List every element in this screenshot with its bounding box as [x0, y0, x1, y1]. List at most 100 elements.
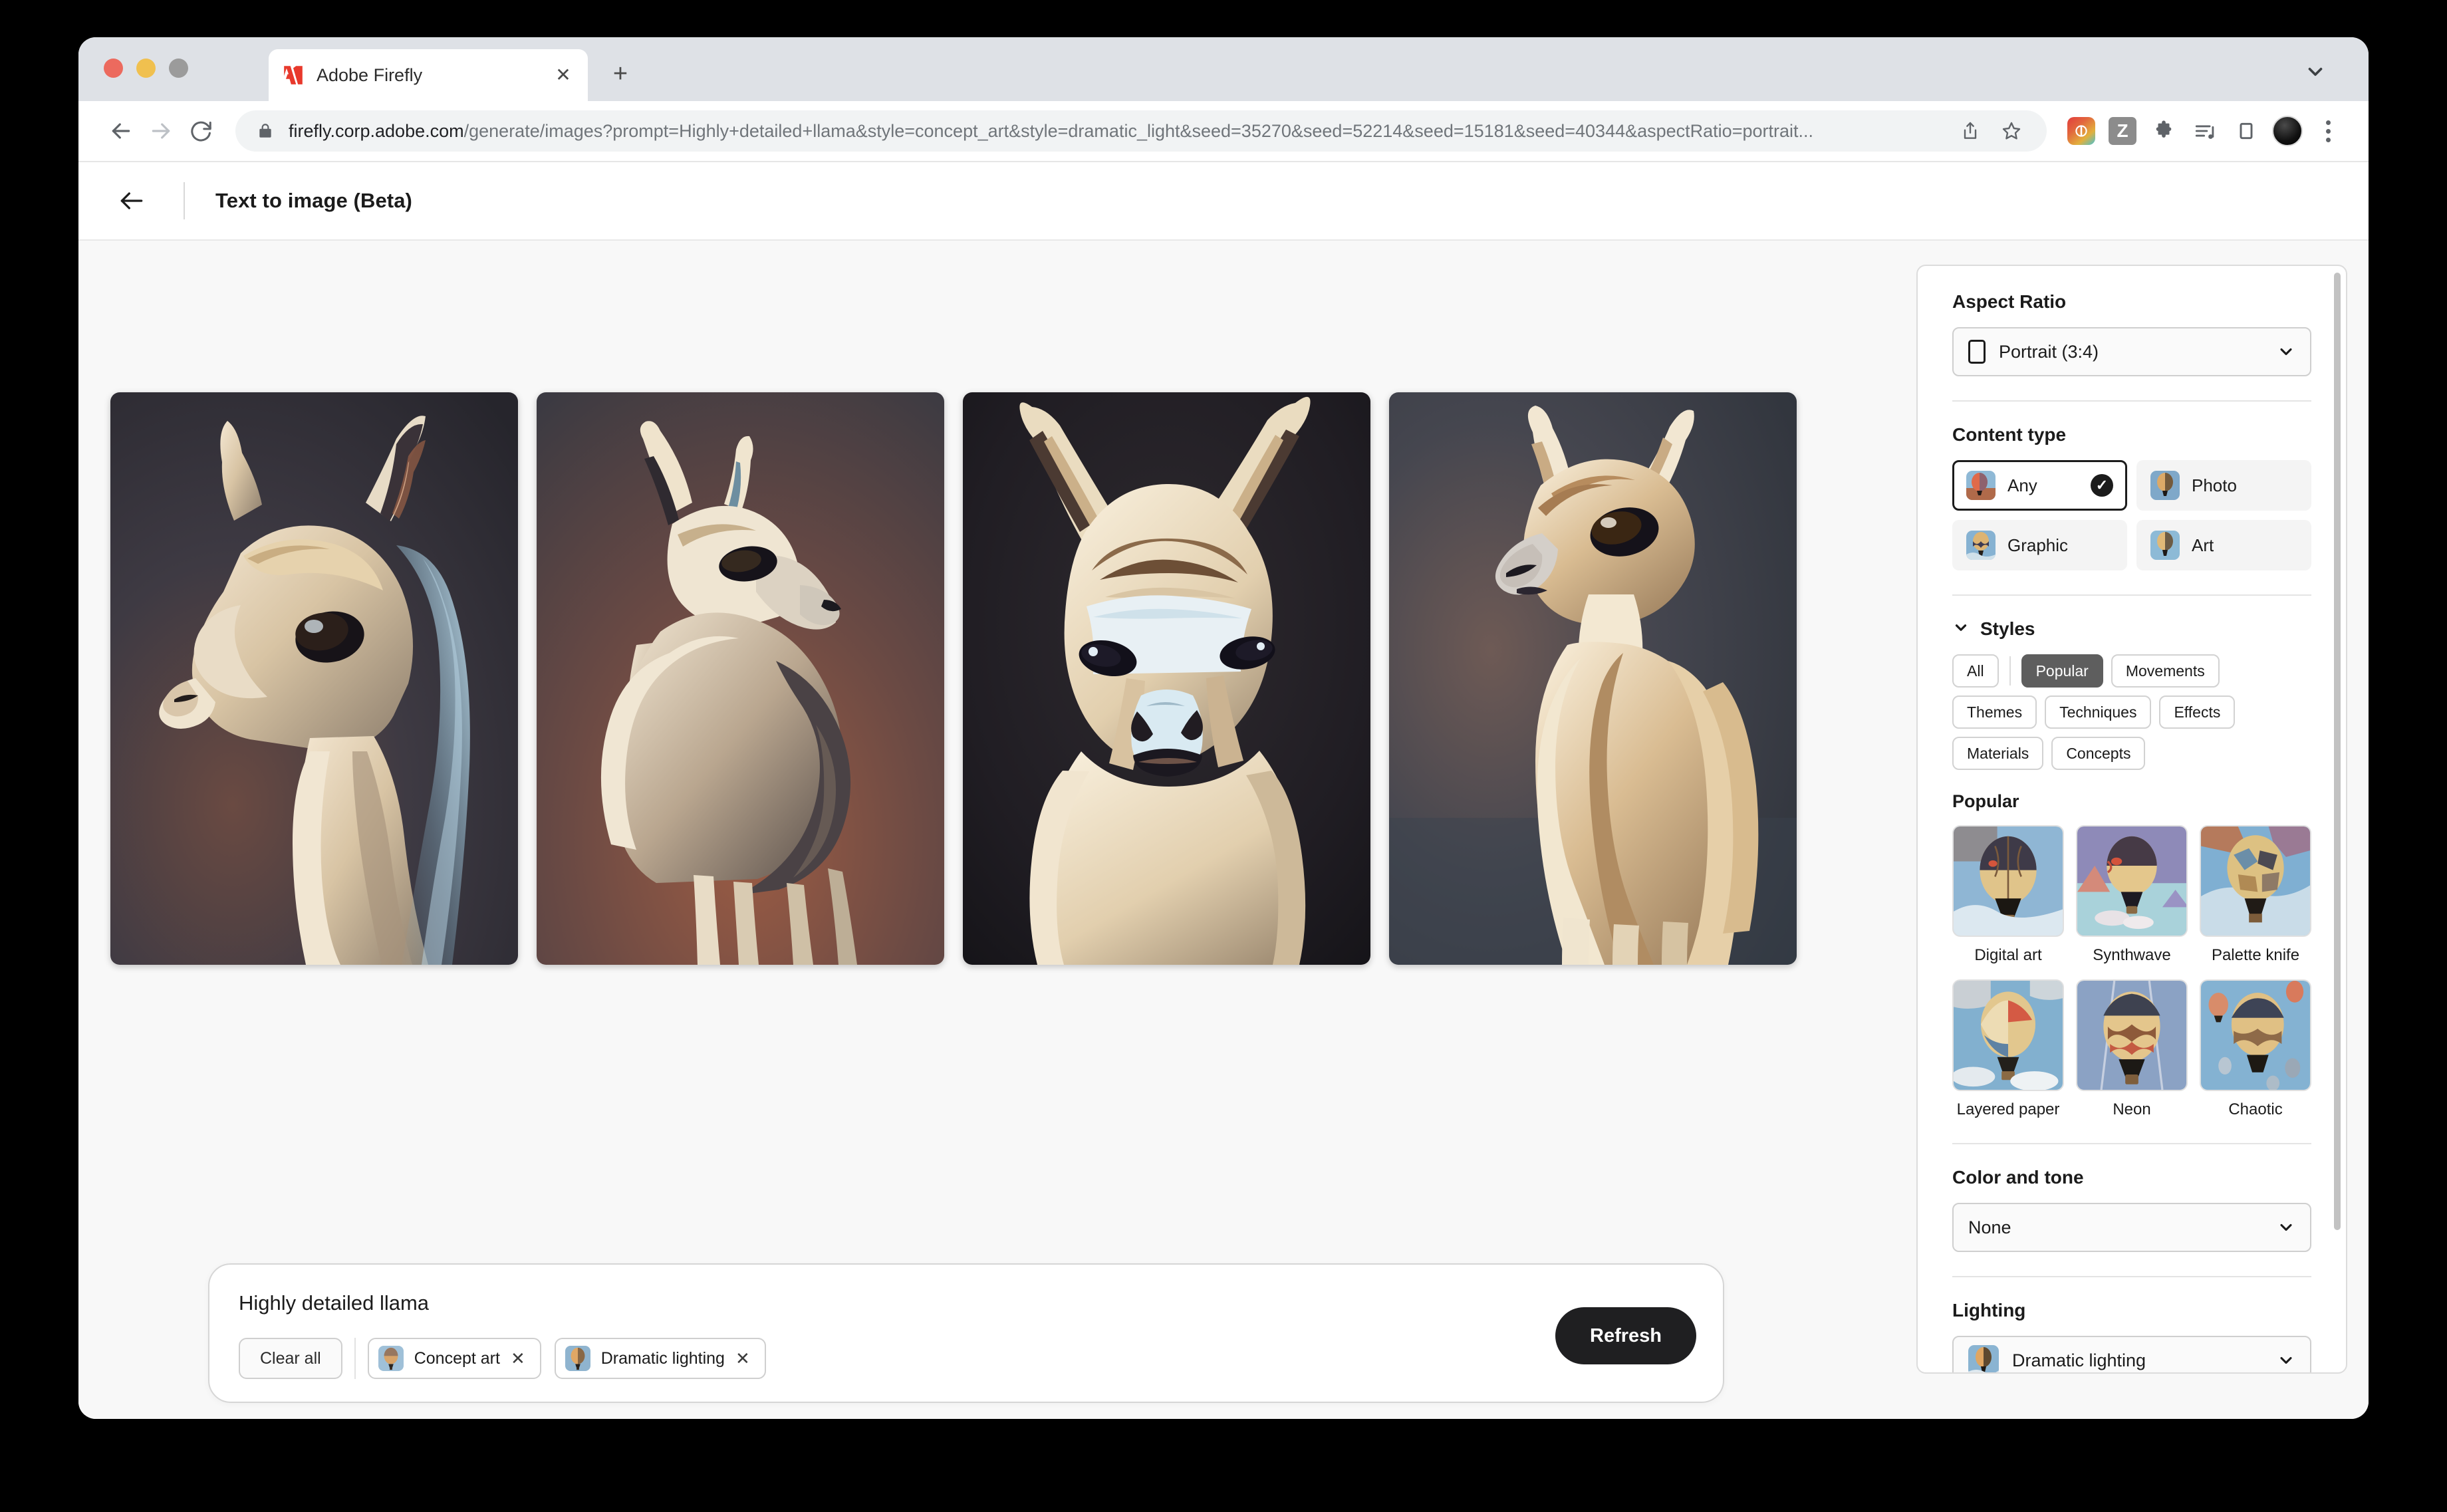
- arrow-left-icon[interactable]: [110, 180, 153, 222]
- content-type-label: Any: [2007, 475, 2079, 496]
- sidebar-scrollbar[interactable]: [2334, 273, 2341, 1230]
- style-filter-techniques[interactable]: Techniques: [2045, 695, 2151, 729]
- prompt-left: Highly detailed llama Clear all: [239, 1291, 1555, 1379]
- results-canvas: Highly detailed llama Clear all: [78, 241, 1916, 1419]
- balloon-thumbnail: [1952, 979, 2064, 1091]
- lighting-select[interactable]: Dramatic lighting: [1952, 1336, 2311, 1374]
- browser-toolbar: firefly.corp.adobe.com/generate/images?p…: [78, 101, 2369, 162]
- content-type-title: Content type: [1952, 424, 2311, 445]
- styles-title: Styles: [1980, 618, 2035, 640]
- balloon-thumbnail: [2076, 825, 2188, 937]
- style-item-layered-paper[interactable]: Layered paper: [1952, 979, 2064, 1119]
- content-type-label: Graphic: [2007, 535, 2113, 556]
- zotero-extension-icon[interactable]: Z: [2104, 112, 2141, 150]
- balloon-thumbnail: [378, 1346, 404, 1371]
- styles-group-title: Popular: [1952, 791, 2311, 812]
- prompt-chip-row: Clear all: [239, 1338, 1555, 1379]
- extensions-row: Z: [2063, 112, 2346, 150]
- balloon-thumbnail: [1968, 1345, 1999, 1374]
- browser-tab[interactable]: Adobe Firefly ✕: [269, 49, 588, 101]
- chevron-down-icon: [1952, 619, 1970, 640]
- content-type-option-any[interactable]: Any ✓: [1952, 460, 2127, 511]
- close-window-button[interactable]: [104, 59, 123, 78]
- page-body: Highly detailed llama Clear all: [78, 241, 2369, 1419]
- balloon-thumbnail: [565, 1346, 590, 1371]
- minimize-window-button[interactable]: [136, 59, 156, 78]
- prompt-bar: Highly detailed llama Clear all: [208, 1263, 1724, 1403]
- puzzle-extension-icon[interactable]: [2145, 112, 2182, 150]
- chevron-down-icon: [2277, 342, 2295, 361]
- clear-all-button[interactable]: Clear all: [239, 1338, 342, 1379]
- styles-header[interactable]: Styles: [1952, 618, 2311, 640]
- generated-image-grid: [110, 392, 1797, 965]
- content-type-option-art[interactable]: Art: [2136, 520, 2311, 570]
- window-traffic-lights: [104, 59, 188, 78]
- refresh-button[interactable]: Refresh: [1555, 1307, 1696, 1364]
- content-type-option-graphic[interactable]: Graphic: [1952, 520, 2127, 570]
- lighting-title: Lighting: [1952, 1300, 2311, 1321]
- chevron-down-icon: [2277, 1351, 2295, 1370]
- lock-icon: [257, 121, 274, 141]
- generated-llama-2[interactable]: [537, 392, 944, 965]
- lighting-value: Dramatic lighting: [2012, 1350, 2263, 1371]
- page-title: Text to image (Beta): [215, 189, 412, 213]
- style-filter-themes[interactable]: Themes: [1952, 695, 2037, 729]
- zotero-extension-label: Z: [2109, 117, 2136, 145]
- star-icon[interactable]: [1994, 113, 2029, 149]
- prompt-input[interactable]: Highly detailed llama: [239, 1291, 1555, 1315]
- url-path: /generate/images?prompt=Highly+detailed+…: [464, 121, 1813, 141]
- header-divider: [184, 182, 185, 219]
- close-icon[interactable]: ✕: [552, 64, 575, 86]
- aspect-ratio-value: Portrait (3:4): [1999, 342, 2263, 362]
- content-type-option-photo[interactable]: Photo: [2136, 460, 2311, 511]
- balloon-thumbnail: [2150, 531, 2180, 560]
- kebab-menu-icon[interactable]: [2310, 113, 2346, 149]
- style-chip-concept-art[interactable]: Concept art ✕: [368, 1338, 541, 1379]
- color-and-tone-title: Color and tone: [1952, 1167, 2311, 1188]
- style-label: Palette knife: [2212, 946, 2299, 965]
- style-filter-all[interactable]: All: [1952, 654, 1999, 688]
- content-type-label: Art: [2192, 535, 2297, 556]
- chevron-down-icon: [2277, 1218, 2295, 1237]
- arrow-left-icon[interactable]: [101, 111, 141, 151]
- address-bar[interactable]: firefly.corp.adobe.com/generate/images?p…: [235, 110, 2047, 152]
- balloon-thumbnail: [1952, 825, 2064, 937]
- aspect-ratio-select[interactable]: Portrait (3:4): [1952, 327, 2311, 376]
- aspect-ratio-title: Aspect Ratio: [1952, 291, 2311, 313]
- chevron-down-icon[interactable]: [2302, 59, 2329, 85]
- plus-icon[interactable]: +: [604, 57, 637, 90]
- zoom-window-button[interactable]: [169, 59, 188, 78]
- style-filter-popular[interactable]: Popular: [2021, 654, 2103, 688]
- close-icon[interactable]: ✕: [511, 1350, 525, 1367]
- style-item-chaotic[interactable]: Chaotic: [2200, 979, 2311, 1119]
- arrow-right-icon[interactable]: [141, 111, 181, 151]
- share-icon[interactable]: [1952, 113, 1988, 149]
- styles-filter-row: All Popular Movements Themes Techniques …: [1952, 654, 2311, 770]
- style-item-synthwave[interactable]: Synthwave: [2076, 825, 2188, 965]
- style-filter-effects[interactable]: Effects: [2159, 695, 2235, 729]
- style-item-digital-art[interactable]: Digital art: [1952, 825, 2064, 965]
- style-label: Layered paper: [1957, 1100, 2060, 1119]
- balloon-thumbnail: [2200, 979, 2311, 1091]
- avatar[interactable]: [2269, 112, 2306, 150]
- generated-llama-1[interactable]: [110, 392, 518, 965]
- generated-llama-4[interactable]: [1389, 392, 1797, 965]
- url-domain: firefly.corp.adobe.com: [289, 121, 464, 141]
- style-chip-dramatic-lighting[interactable]: Dramatic lighting ✕: [555, 1338, 766, 1379]
- reading-list-icon[interactable]: [2186, 112, 2224, 150]
- balloon-thumbnail: [2076, 979, 2188, 1091]
- generated-llama-3[interactable]: [963, 392, 1370, 965]
- style-filter-materials[interactable]: Materials: [1952, 737, 2043, 770]
- color-and-tone-select[interactable]: None: [1952, 1203, 2311, 1252]
- style-item-palette-knife[interactable]: Palette knife: [2200, 825, 2311, 965]
- chip-divider: [354, 1338, 356, 1379]
- style-item-neon[interactable]: Neon: [2076, 979, 2188, 1119]
- style-filter-movements[interactable]: Movements: [2111, 654, 2220, 688]
- creative-cloud-extension-icon[interactable]: [2063, 112, 2100, 150]
- close-icon[interactable]: ✕: [735, 1350, 750, 1367]
- settings-sidebar: Aspect Ratio Portrait (3:4) Content type: [1916, 265, 2347, 1374]
- reload-icon[interactable]: [181, 111, 221, 151]
- tab-title: Adobe Firefly: [317, 65, 552, 86]
- side-panel-icon[interactable]: [2228, 112, 2265, 150]
- style-filter-concepts[interactable]: Concepts: [2051, 737, 2145, 770]
